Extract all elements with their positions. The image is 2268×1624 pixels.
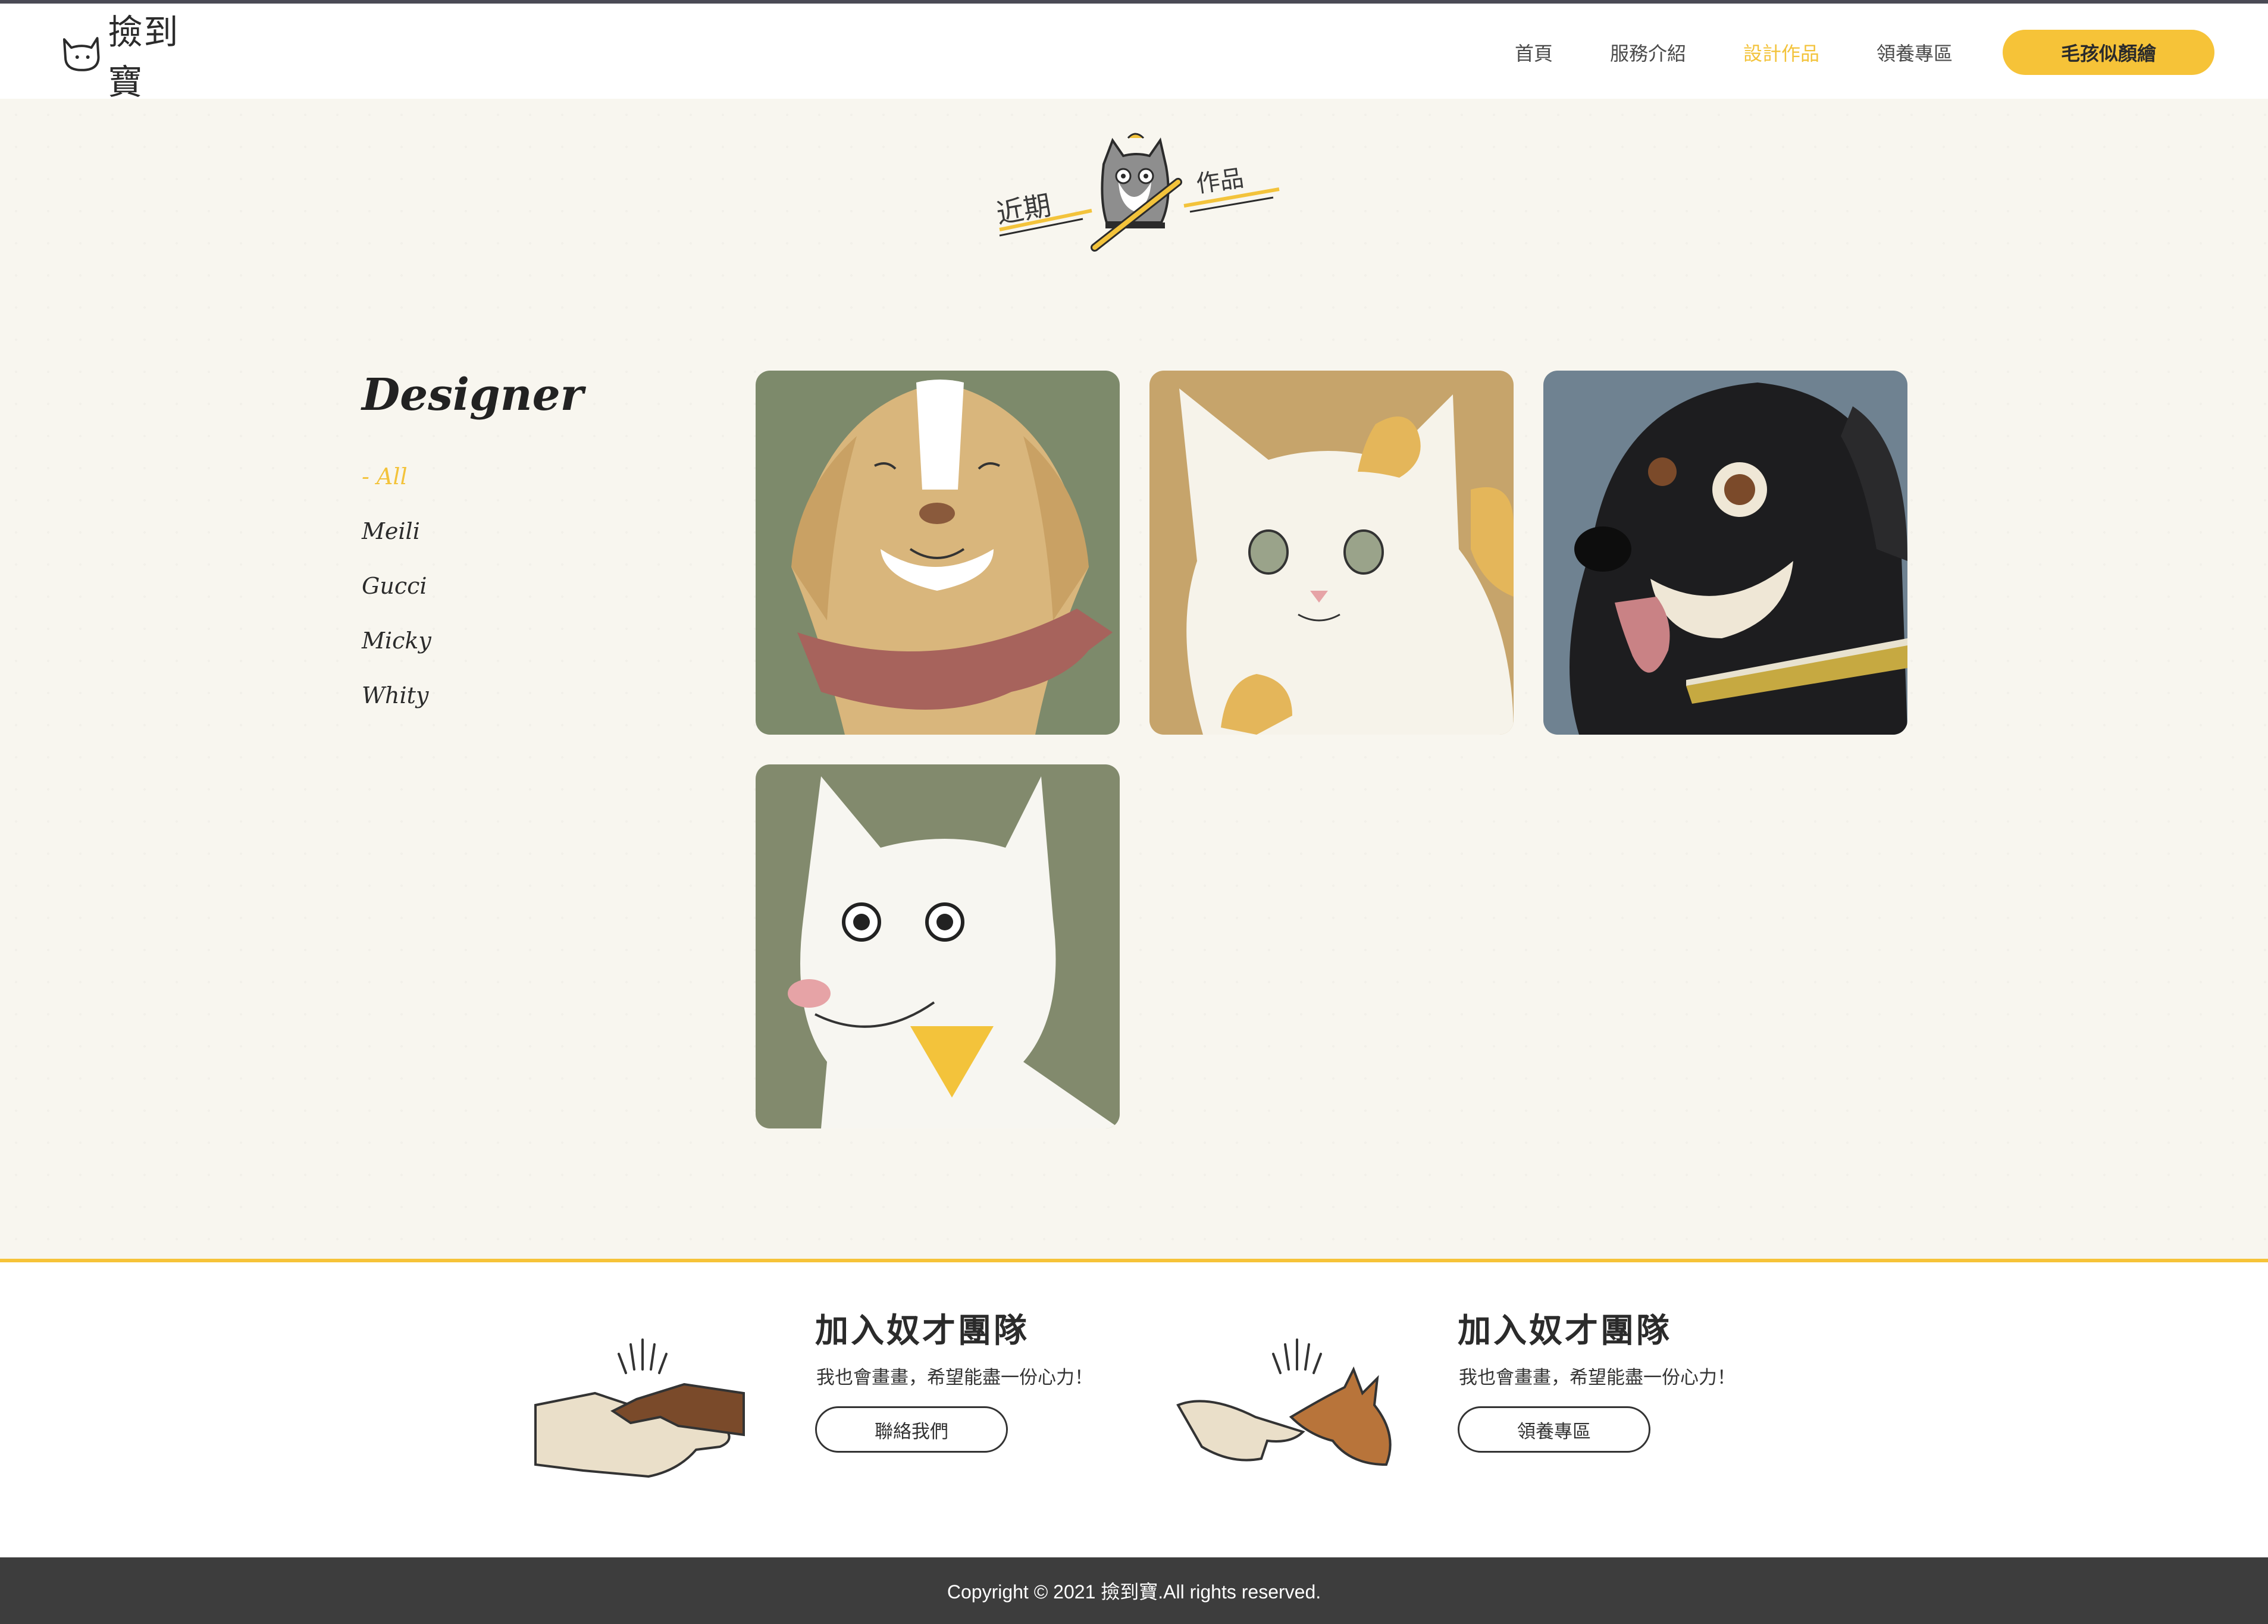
designer-heading: Designer bbox=[362, 369, 584, 421]
handshake-icon bbox=[534, 1338, 745, 1478]
filter-gucci[interactable]: Gucci bbox=[362, 568, 600, 623]
filter-all[interactable]: - All bbox=[362, 459, 600, 513]
filter-whity[interactable]: Whity bbox=[362, 678, 600, 732]
join-title: 加入奴才團隊 bbox=[1458, 1312, 1672, 1350]
nav-works[interactable]: 設計作品 bbox=[1743, 39, 1819, 66]
main-nav: 首頁 服務介紹 設計作品 領養專區 毛孩似顏繪 bbox=[1515, 27, 2214, 77]
filter-micky[interactable]: Micky bbox=[362, 623, 600, 678]
filter-meili[interactable]: Meili bbox=[362, 513, 600, 568]
white-dog-portrait-icon bbox=[756, 764, 1120, 1128]
cat-pencil-mascot-icon bbox=[999, 133, 1280, 252]
work-card-whity[interactable] bbox=[756, 764, 1120, 1128]
copyright-text: Copyright © 2021 撿到寶.All rights reserved… bbox=[947, 1581, 1321, 1603]
contact-us-button[interactable]: 聯絡我們 bbox=[815, 1406, 1008, 1453]
white-cat-portrait-icon bbox=[1149, 371, 1514, 735]
join-block-contact: 加入奴才團隊 我也會畫畫，希望能盡一份心力！ 聯絡我們 bbox=[530, 1304, 1124, 1500]
brand-name: 撿到寶 bbox=[108, 12, 180, 102]
section-title-right: 作品 bbox=[1194, 164, 1246, 199]
brand-logo[interactable]: 撿到寶 bbox=[59, 12, 214, 102]
portrait-cta-button[interactable]: 毛孩似顏繪 bbox=[2003, 30, 2214, 75]
work-card-micky[interactable] bbox=[1543, 371, 1907, 735]
join-title: 加入奴才團隊 bbox=[815, 1312, 1029, 1350]
black-dog-portrait-icon bbox=[1543, 371, 1907, 735]
join-block-adoption: 加入奴才團隊 我也會畫畫，希望能盡一份心力！ 領養專區 bbox=[1172, 1304, 1767, 1500]
join-section: 加入奴才團隊 我也會畫畫，希望能盡一份心力！ 聯絡我們 加入奴才團隊 我也會畫畫… bbox=[0, 1262, 2268, 1557]
adoption-button[interactable]: 領養專區 bbox=[1458, 1406, 1650, 1453]
work-card-gucci[interactable] bbox=[1149, 371, 1514, 735]
section-title: 近期 作品 bbox=[982, 117, 1291, 283]
designer-filter: Designer - All Meili Gucci Micky Whity bbox=[362, 369, 600, 732]
cat-logo-icon bbox=[62, 37, 100, 71]
site-footer: Copyright © 2021 撿到寶.All rights reserved… bbox=[0, 1557, 2268, 1624]
works-section: 近期 作品 Designer - All Meili Gucci Micky W… bbox=[0, 99, 2268, 1259]
site-header: 撿到寶 首頁 服務介紹 設計作品 領養專區 毛孩似顏繪 bbox=[0, 4, 2268, 102]
work-card-meili[interactable] bbox=[756, 371, 1120, 735]
hand-dog-icon bbox=[1176, 1338, 1392, 1466]
golden-dog-portrait-icon bbox=[756, 371, 1120, 735]
nav-services[interactable]: 服務介紹 bbox=[1610, 39, 1686, 66]
nav-home[interactable]: 首頁 bbox=[1515, 39, 1553, 66]
join-subtitle: 我也會畫畫，希望能盡一份心力！ bbox=[816, 1367, 1093, 1388]
nav-adoption[interactable]: 領養專區 bbox=[1877, 39, 1953, 66]
join-subtitle: 我也會畫畫，希望能盡一份心力！ bbox=[1459, 1367, 1736, 1388]
